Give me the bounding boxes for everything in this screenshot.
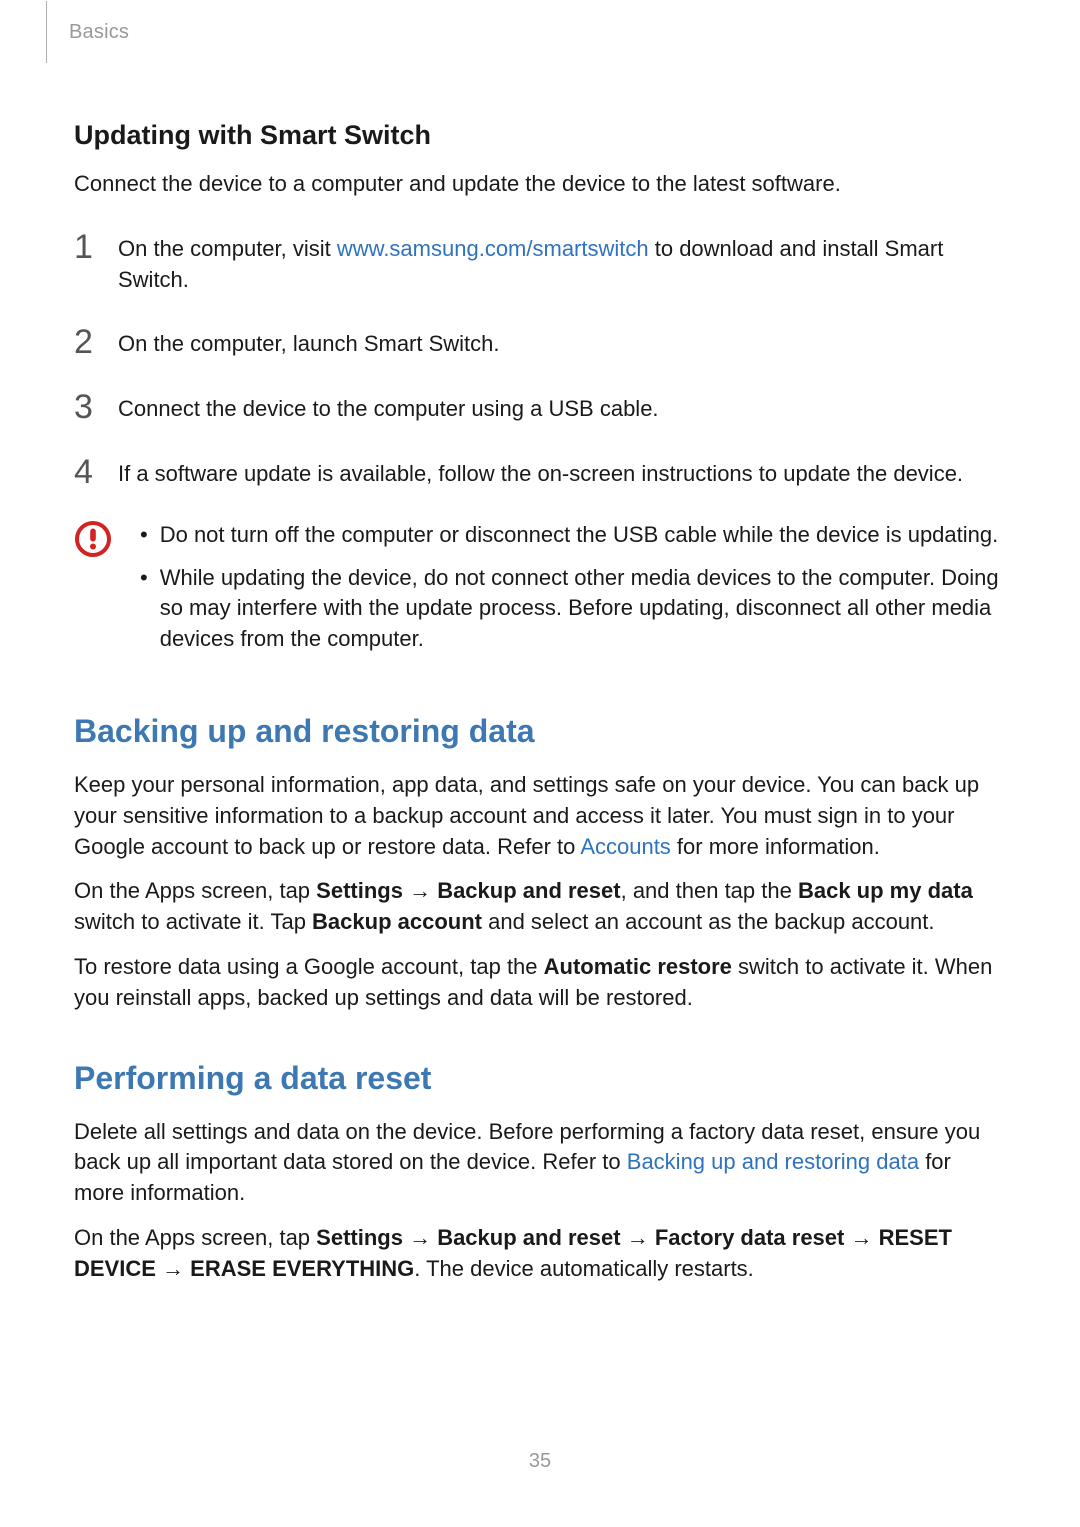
bold-back-up-my-data: Back up my data — [798, 878, 973, 903]
bullet-item: • While updating the device, do not conn… — [140, 563, 1006, 655]
paragraph-intro: Connect the device to a computer and upd… — [74, 169, 1006, 200]
bullet-text: Do not turn off the computer or disconne… — [160, 520, 999, 551]
text: On the Apps screen, tap — [74, 1225, 316, 1250]
header-bar: Basics — [46, 0, 129, 64]
arrow: → — [403, 878, 437, 903]
bold-settings: Settings — [316, 878, 403, 903]
step-3: 3 Connect the device to the computer usi… — [74, 390, 1006, 425]
link-smartswitch-url[interactable]: www.samsung.com/smartswitch — [337, 236, 649, 261]
paragraph-restore: To restore data using a Google account, … — [74, 952, 1006, 1014]
caution-bullets: • Do not turn off the computer or discon… — [140, 520, 1006, 667]
step-text: Connect the device to the computer using… — [118, 390, 1006, 425]
text: On the Apps screen, tap — [74, 878, 316, 903]
header-divider — [46, 1, 47, 63]
bullet-mark: • — [140, 563, 148, 655]
arrow: → — [621, 1225, 655, 1250]
numbered-steps: 1 On the computer, visit www.samsung.com… — [74, 230, 1006, 490]
paragraph-reset-intro: Delete all settings and data on the devi… — [74, 1117, 1006, 1209]
heading-updating-smart-switch: Updating with Smart Switch — [74, 120, 1006, 151]
page-content: Updating with Smart Switch Connect the d… — [74, 100, 1006, 1299]
text: switch to activate it. Tap — [74, 909, 312, 934]
paragraph-backup-intro: Keep your personal information, app data… — [74, 770, 1006, 862]
arrow: → — [156, 1256, 190, 1281]
bold-settings: Settings — [316, 1225, 403, 1250]
step-2: 2 On the computer, launch Smart Switch. — [74, 325, 1006, 360]
bullet-mark: • — [140, 520, 148, 551]
bold-erase-everything: ERASE EVERYTHING — [190, 1256, 414, 1281]
step-number: 2 — [74, 325, 96, 359]
bullet-item: • Do not turn off the computer or discon… — [140, 520, 1006, 551]
breadcrumb-section: Basics — [69, 21, 129, 44]
caution-icon — [74, 520, 112, 558]
arrow: → — [403, 1225, 437, 1250]
text: and select an account as the backup acco… — [482, 909, 935, 934]
page-number: 35 — [0, 1450, 1080, 1473]
step-1: 1 On the computer, visit www.samsung.com… — [74, 230, 1006, 296]
text: for more information. — [671, 834, 880, 859]
bold-backup-account: Backup account — [312, 909, 482, 934]
text: To restore data using a Google account, … — [74, 954, 544, 979]
step-number: 1 — [74, 230, 96, 264]
step-text: On the computer, launch Smart Switch. — [118, 325, 1006, 360]
heading-performing-data-reset: Performing a data reset — [74, 1060, 1006, 1097]
bold-automatic-restore: Automatic restore — [544, 954, 732, 979]
bold-backup-and-reset: Backup and reset — [437, 878, 620, 903]
step-number: 3 — [74, 390, 96, 424]
arrow: → — [844, 1225, 878, 1250]
heading-backing-up-restoring: Backing up and restoring data — [74, 713, 1006, 750]
step-number: 4 — [74, 455, 96, 489]
paragraph-reset-path: On the Apps screen, tap Settings → Backu… — [74, 1223, 1006, 1285]
bullet-text: While updating the device, do not connec… — [160, 563, 1006, 655]
link-accounts[interactable]: Accounts — [580, 834, 671, 859]
step-text: On the computer, visit www.samsung.com/s… — [118, 230, 1006, 296]
bold-factory-data-reset: Factory data reset — [655, 1225, 845, 1250]
paragraph-backup-path: On the Apps screen, tap Settings → Backu… — [74, 876, 1006, 938]
text: , and then tap the — [621, 878, 798, 903]
text: On the computer, visit — [118, 236, 337, 261]
step-4: 4 If a software update is available, fol… — [74, 455, 1006, 490]
link-backing-up-restoring[interactable]: Backing up and restoring data — [627, 1149, 919, 1174]
bold-backup-and-reset: Backup and reset — [437, 1225, 620, 1250]
caution-callout: • Do not turn off the computer or discon… — [74, 520, 1006, 667]
step-text: If a software update is available, follo… — [118, 455, 1006, 490]
text: . The device automatically restarts. — [414, 1256, 754, 1281]
